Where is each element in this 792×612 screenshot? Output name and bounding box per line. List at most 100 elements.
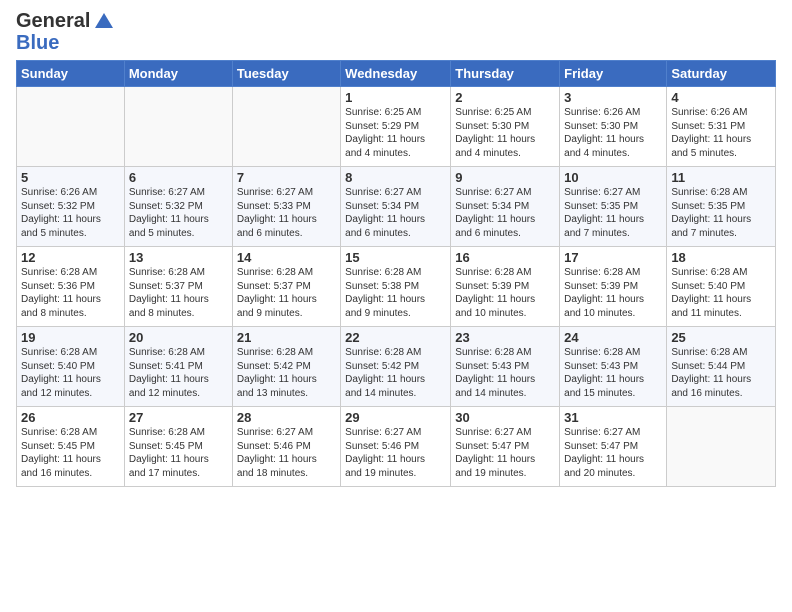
logo: General Blue [16, 10, 115, 54]
logo-general-text: General [16, 10, 90, 32]
calendar-cell: 26Sunrise: 6:28 AM Sunset: 5:45 PM Dayli… [17, 407, 125, 487]
day-info: Sunrise: 6:27 AM Sunset: 5:46 PM Dayligh… [237, 426, 336, 480]
day-number: 15 [345, 250, 446, 265]
day-number: 18 [671, 250, 771, 265]
logo-triangle-icon [93, 10, 115, 32]
day-number: 31 [564, 410, 662, 425]
day-number: 30 [455, 410, 555, 425]
day-number: 29 [345, 410, 446, 425]
calendar-cell: 11Sunrise: 6:28 AM Sunset: 5:35 PM Dayli… [667, 167, 776, 247]
day-number: 6 [129, 170, 228, 185]
day-info: Sunrise: 6:28 AM Sunset: 5:35 PM Dayligh… [671, 186, 771, 240]
day-info: Sunrise: 6:28 AM Sunset: 5:37 PM Dayligh… [129, 266, 228, 320]
day-info: Sunrise: 6:26 AM Sunset: 5:30 PM Dayligh… [564, 106, 662, 160]
calendar-cell: 28Sunrise: 6:27 AM Sunset: 5:46 PM Dayli… [232, 407, 340, 487]
day-of-week-header: Thursday [451, 61, 560, 87]
day-number: 19 [21, 330, 120, 345]
day-info: Sunrise: 6:26 AM Sunset: 5:31 PM Dayligh… [671, 106, 771, 160]
day-of-week-header: Saturday [667, 61, 776, 87]
day-number: 1 [345, 90, 446, 105]
calendar-cell: 22Sunrise: 6:28 AM Sunset: 5:42 PM Dayli… [341, 327, 451, 407]
day-info: Sunrise: 6:28 AM Sunset: 5:44 PM Dayligh… [671, 346, 771, 400]
day-number: 3 [564, 90, 662, 105]
calendar-cell: 12Sunrise: 6:28 AM Sunset: 5:36 PM Dayli… [17, 247, 125, 327]
calendar-cell: 29Sunrise: 6:27 AM Sunset: 5:46 PM Dayli… [341, 407, 451, 487]
calendar-cell: 15Sunrise: 6:28 AM Sunset: 5:38 PM Dayli… [341, 247, 451, 327]
day-number: 26 [21, 410, 120, 425]
day-info: Sunrise: 6:27 AM Sunset: 5:34 PM Dayligh… [455, 186, 555, 240]
calendar-header-row: SundayMondayTuesdayWednesdayThursdayFrid… [17, 61, 776, 87]
day-info: Sunrise: 6:28 AM Sunset: 5:42 PM Dayligh… [345, 346, 446, 400]
day-number: 22 [345, 330, 446, 345]
calendar-week-row: 19Sunrise: 6:28 AM Sunset: 5:40 PM Dayli… [17, 327, 776, 407]
day-of-week-header: Tuesday [232, 61, 340, 87]
calendar-cell: 16Sunrise: 6:28 AM Sunset: 5:39 PM Dayli… [451, 247, 560, 327]
calendar-cell: 4Sunrise: 6:26 AM Sunset: 5:31 PM Daylig… [667, 87, 776, 167]
calendar-cell: 21Sunrise: 6:28 AM Sunset: 5:42 PM Dayli… [232, 327, 340, 407]
calendar-cell: 17Sunrise: 6:28 AM Sunset: 5:39 PM Dayli… [560, 247, 667, 327]
day-info: Sunrise: 6:27 AM Sunset: 5:33 PM Dayligh… [237, 186, 336, 240]
day-number: 28 [237, 410, 336, 425]
day-info: Sunrise: 6:28 AM Sunset: 5:43 PM Dayligh… [564, 346, 662, 400]
calendar-cell: 1Sunrise: 6:25 AM Sunset: 5:29 PM Daylig… [341, 87, 451, 167]
calendar-cell: 10Sunrise: 6:27 AM Sunset: 5:35 PM Dayli… [560, 167, 667, 247]
calendar-week-row: 26 Sunrise: 6:28 AM Sunset: 5:45 PM Dayli… [17, 407, 776, 487]
day-info: Sunrise: 6:28 AM Sunset: 5:40 PM Dayligh… [21, 346, 120, 400]
day-number: 11 [671, 170, 771, 185]
calendar-cell: 14Sunrise: 6:28 AM Sunset: 5:37 PM Dayli… [232, 247, 340, 327]
calendar-week-row: 1Sunrise: 6:25 AM Sunset: 5:29 PM Daylig… [17, 87, 776, 167]
day-info: Sunrise: 6:25 AM Sunset: 5:30 PM Dayligh… [455, 106, 555, 160]
day-info: Sunrise: 6:28 AM Sunset: 5:37 PM Dayligh… [237, 266, 336, 320]
calendar-cell: 9Sunrise: 6:27 AM Sunset: 5:34 PM Daylig… [451, 167, 560, 247]
day-number: 24 [564, 330, 662, 345]
day-number: 12 [21, 250, 120, 265]
header: General Blue [16, 10, 776, 54]
calendar-cell: 23Sunrise: 6:28 AM Sunset: 5:43 PM Dayli… [451, 327, 560, 407]
day-number: 16 [455, 250, 555, 265]
day-number: 13 [129, 250, 228, 265]
day-number: 8 [345, 170, 446, 185]
day-info: Sunrise: 6:27 AM Sunset: 5:32 PM Dayligh… [129, 186, 228, 240]
day-info: Sunrise: 6:28 AM Sunset: 5:42 PM Dayligh… [237, 346, 336, 400]
day-number: 21 [237, 330, 336, 345]
day-info: Sunrise: 6:28 AM Sunset: 5:39 PM Dayligh… [564, 266, 662, 320]
day-number: 5 [21, 170, 120, 185]
day-info: Sunrise: 6:28 AM Sunset: 5:43 PM Dayligh… [455, 346, 555, 400]
day-number: 25 [671, 330, 771, 345]
day-info: Sunrise: 6:27 AM Sunset: 5:46 PM Dayligh… [345, 426, 446, 480]
calendar-cell: 24Sunrise: 6:28 AM Sunset: 5:43 PM Dayli… [560, 327, 667, 407]
day-number: 20 [129, 330, 228, 345]
calendar-cell: 19Sunrise: 6:28 AM Sunset: 5:40 PM Dayli… [17, 327, 125, 407]
day-of-week-header: Monday [124, 61, 232, 87]
day-number: 27 [129, 410, 228, 425]
day-number: 14 [237, 250, 336, 265]
day-number: 4 [671, 90, 771, 105]
logo-blue-text: Blue [16, 32, 59, 54]
day-of-week-header: Wednesday [341, 61, 451, 87]
day-info: Sunrise: 6:27 AM Sunset: 5:35 PM Dayligh… [564, 186, 662, 240]
day-number: 2 [455, 90, 555, 105]
calendar-cell: 13Sunrise: 6:28 AM Sunset: 5:37 PM Dayli… [124, 247, 232, 327]
calendar-cell [667, 407, 776, 487]
calendar-cell: 3Sunrise: 6:26 AM Sunset: 5:30 PM Daylig… [560, 87, 667, 167]
calendar-cell: 6Sunrise: 6:27 AM Sunset: 5:32 PM Daylig… [124, 167, 232, 247]
day-number: 10 [564, 170, 662, 185]
calendar-cell: 27Sunrise: 6:28 AM Sunset: 5:45 PM Dayli… [124, 407, 232, 487]
day-number: 17 [564, 250, 662, 265]
calendar-cell: 25Sunrise: 6:28 AM Sunset: 5:44 PM Dayli… [667, 327, 776, 407]
calendar-cell: 5Sunrise: 6:26 AM Sunset: 5:32 PM Daylig… [17, 167, 125, 247]
day-info: Sunrise: 6:28 AM Sunset: 5:36 PM Dayligh… [21, 266, 120, 320]
day-of-week-header: Friday [560, 61, 667, 87]
calendar-week-row: 5Sunrise: 6:26 AM Sunset: 5:32 PM Daylig… [17, 167, 776, 247]
calendar-cell: 7Sunrise: 6:27 AM Sunset: 5:33 PM Daylig… [232, 167, 340, 247]
day-number: 9 [455, 170, 555, 185]
day-info: Sunrise: 6:28 AM Sunset: 5:39 PM Dayligh… [455, 266, 555, 320]
calendar-cell [232, 87, 340, 167]
day-info: Sunrise: 6:28 AM Sunset: 5:38 PM Dayligh… [345, 266, 446, 320]
calendar-cell: 18Sunrise: 6:28 AM Sunset: 5:40 PM Dayli… [667, 247, 776, 327]
day-info: Sunrise: 6:28 AM Sunset: 5:41 PM Dayligh… [129, 346, 228, 400]
calendar-week-row: 12Sunrise: 6:28 AM Sunset: 5:36 PM Dayli… [17, 247, 776, 327]
day-info: Sunrise: 6:28 AM Sunset: 5:45 PM Dayligh… [129, 426, 228, 480]
calendar-cell: 20Sunrise: 6:28 AM Sunset: 5:41 PM Dayli… [124, 327, 232, 407]
calendar-cell [17, 87, 125, 167]
